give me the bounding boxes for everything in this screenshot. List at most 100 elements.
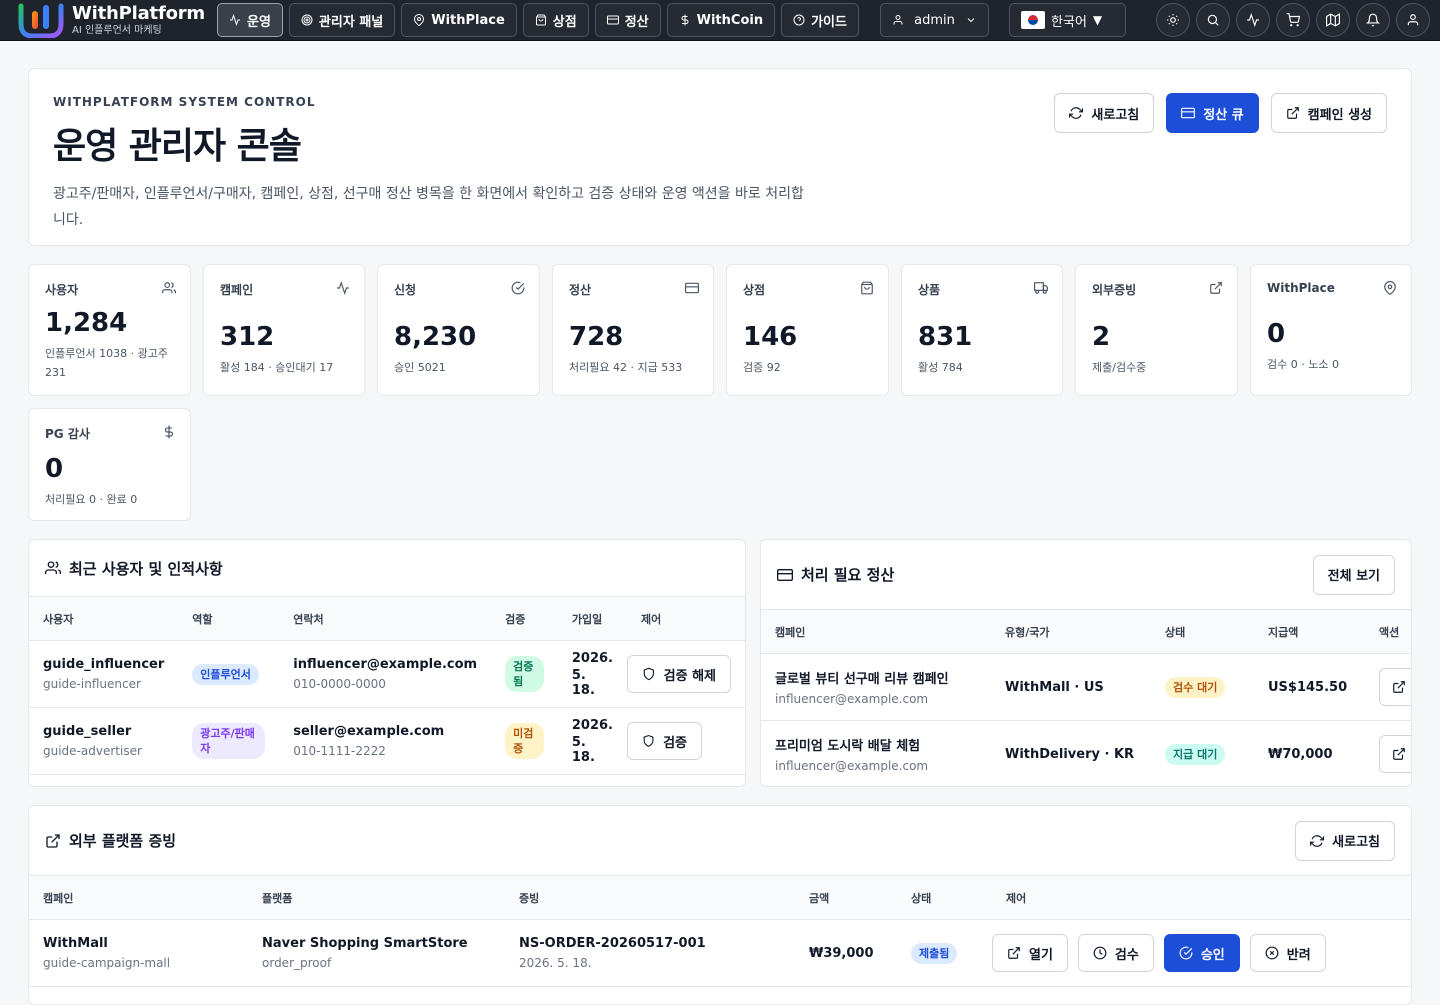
stat-card-users[interactable]: 사용자 1,284 인플루언서 1038 · 광고주 231: [28, 264, 191, 396]
shield-icon: [643, 734, 654, 748]
cart-icon: [1286, 13, 1300, 27]
open-settlement-button[interactable]: [1379, 668, 1411, 706]
stat-card-products[interactable]: 상품 831 활성 784: [901, 264, 1063, 396]
nav-settlement[interactable]: 정산: [594, 3, 661, 37]
recent-users-title: 최근 사용자 및 인적사항: [29, 540, 745, 596]
external-link-icon: [1210, 282, 1222, 294]
create-campaign-button[interactable]: 캠페인 생성: [1270, 93, 1387, 133]
users-icon: [162, 282, 176, 294]
button-label: 열기: [1029, 947, 1053, 963]
role-badge: 광고주/판매자: [192, 723, 266, 759]
platform-name: Naver Shopping SmartStore: [262, 936, 468, 951]
search-button[interactable]: [1196, 3, 1230, 37]
approve-proof-button[interactable]: 승인: [1163, 934, 1240, 972]
column-header: 캠페인: [761, 609, 991, 654]
user-menu-button[interactable]: admin: [879, 3, 990, 37]
create-campaign-label: 캠페인 생성: [1307, 107, 1372, 123]
stat-card-campaigns[interactable]: 캠페인 312 활성 184 · 승인대기 17: [203, 264, 365, 396]
theme-toggle-button[interactable]: [1156, 3, 1190, 37]
external-proof-title: 외부 플랫폼 증빙: [45, 830, 176, 851]
nav-label: 관리자 패널: [318, 14, 384, 30]
stat-label: 정산: [569, 283, 592, 297]
external-proof-card: 외부 플랫폼 증빙 새로고침 캠페인 플랫폼 증빙 금액 상태 제어 WithM…: [28, 805, 1412, 1005]
user-handle: guide-influencer: [43, 677, 141, 691]
stat-sub: 검수 0 · 노소 0: [1267, 358, 1339, 371]
stat-label: 상점: [743, 283, 766, 297]
table-row: WithMall guide-campaign-mall Naver Shoppi…: [29, 919, 1411, 987]
nav-store[interactable]: 상점: [522, 3, 589, 37]
check-circle-icon: [1179, 946, 1193, 960]
stat-card-stores[interactable]: 상점 146 검증 92: [726, 264, 889, 396]
role-badge: 인플루언서: [192, 663, 259, 685]
map-button[interactable]: [1316, 3, 1350, 37]
stat-card-applications[interactable]: 신청 8,230 승인 5021: [377, 264, 540, 396]
verify-button[interactable]: 검증: [627, 722, 702, 760]
brand-logo[interactable]: WithPlatform AI 인플루언서 마케팅: [18, 2, 205, 38]
stat-value: 0: [1267, 319, 1286, 349]
column-header: 가입일: [557, 596, 627, 641]
nav-admin-panel[interactable]: 관리자 패널: [288, 3, 396, 37]
stat-label: 외부증빙: [1092, 283, 1137, 297]
nav-operations[interactable]: 운영: [217, 3, 283, 37]
stat-label: PG 감사: [45, 427, 90, 441]
type-country: WithMall · US: [991, 653, 1151, 721]
refresh-button[interactable]: 새로고침: [1054, 93, 1155, 133]
refresh-icon: [1069, 107, 1084, 119]
nav-label: WithPlace: [431, 12, 505, 28]
credit-card-icon: [777, 568, 793, 581]
settlement-queue-button[interactable]: 정산 큐: [1166, 93, 1259, 133]
language-select[interactable]: 한국어 ▼: [1009, 3, 1126, 37]
proof-refresh-button[interactable]: 새로고침: [1295, 820, 1395, 861]
column-header: 액션: [1365, 609, 1411, 654]
column-header: 역할: [178, 596, 280, 641]
stat-card-withplace[interactable]: WithPlace 0 검수 0 · 노소 0: [1250, 264, 1412, 396]
nav-withcoin[interactable]: WithCoin: [666, 3, 776, 37]
review-proof-button[interactable]: 검수: [1077, 934, 1154, 972]
stat-card-settlements[interactable]: 정산 728 처리필요 42 · 지급 533: [552, 264, 714, 396]
button-label: 검증: [663, 735, 687, 751]
nav-guide[interactable]: 가이드: [781, 3, 859, 37]
column-header: 지급액: [1254, 609, 1365, 654]
stat-value: 1,284: [45, 308, 128, 338]
pending-settlements-card: 처리 필요 정산 전체 보기 캠페인 유형/국가 상태 지급액 액션 글로벌 뷰…: [760, 539, 1412, 787]
column-header: 사용자: [29, 596, 179, 641]
campaign-name: WithMall: [43, 936, 108, 951]
stat-label: 캠페인: [220, 283, 254, 297]
korea-flag-icon: [1021, 11, 1046, 29]
open-settlement-button[interactable]: [1379, 735, 1411, 773]
stat-sub: 활성 184 · 승인대기 17: [220, 361, 334, 374]
profile-button[interactable]: [1396, 3, 1430, 37]
stat-card-pg-audit[interactable]: PG 감사 0 처리필요 0 · 완료 0: [28, 408, 191, 521]
button-label: 반려: [1286, 947, 1311, 963]
stat-card-external-proof[interactable]: 외부증빙 2 제출/검수중: [1075, 264, 1238, 396]
join-date-year: 2026.: [571, 717, 613, 733]
activity-icon: [1247, 13, 1259, 27]
activity-button[interactable]: [1236, 3, 1270, 37]
user-phone: 010-0000-0000: [293, 677, 386, 691]
help-circle-icon: [793, 14, 805, 26]
search-icon: [1207, 14, 1219, 26]
notifications-button[interactable]: [1356, 3, 1390, 37]
stat-value: 8,230: [394, 322, 477, 352]
cart-button[interactable]: [1276, 3, 1310, 37]
open-proof-button[interactable]: 열기: [992, 934, 1068, 972]
verification-badge: 검증됨: [505, 656, 544, 692]
column-header: 검증: [491, 596, 558, 641]
dollar-icon: [681, 14, 689, 26]
credit-card-icon: [685, 282, 699, 294]
payout-amount: ₩70,000: [1254, 720, 1365, 786]
settlement-status-badge: 지급 대기: [1165, 743, 1226, 765]
nav-withplace[interactable]: WithPlace: [401, 3, 517, 37]
influencer-email: influencer@example.com: [775, 692, 929, 706]
table-row: guide_seller guide-advertiser 광고주/판매자 sel…: [29, 707, 745, 775]
credit-card-icon: [1181, 107, 1196, 119]
map-icon: [1326, 13, 1340, 27]
bell-icon: [1366, 13, 1380, 27]
view-all-button[interactable]: 전체 보기: [1312, 554, 1395, 595]
revoke-verification-button[interactable]: 검증 해제: [627, 655, 731, 693]
nav-label: 정산: [624, 14, 649, 30]
pending-settlements-title: 처리 필요 정산: [777, 564, 894, 585]
reject-proof-button[interactable]: 반려: [1249, 934, 1326, 972]
users-icon: [45, 561, 61, 574]
dollar-icon: [164, 425, 174, 439]
